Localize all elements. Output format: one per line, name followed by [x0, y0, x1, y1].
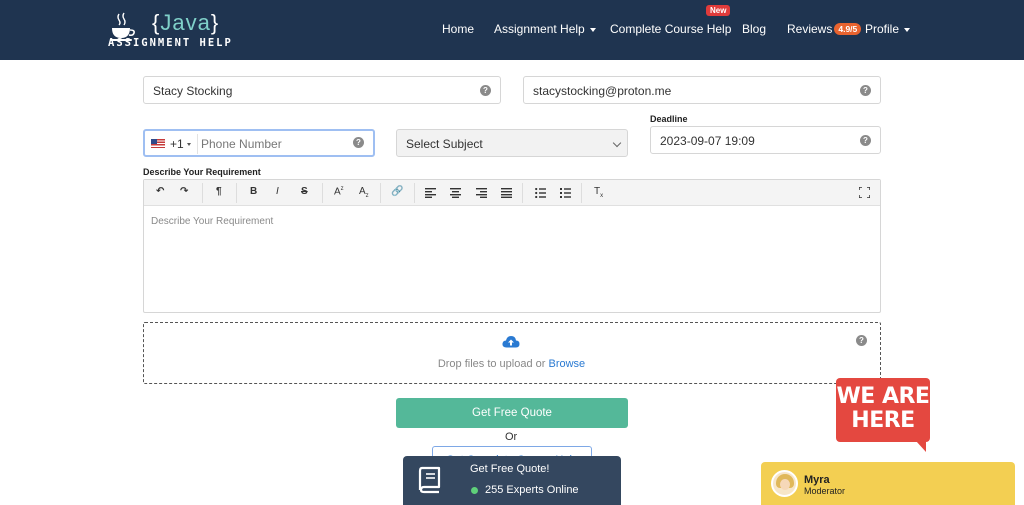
- live-chat-bar[interactable]: Myra Moderator: [761, 462, 1015, 505]
- nav-profile[interactable]: Profile: [865, 22, 911, 36]
- redo-icon[interactable]: ↷: [180, 186, 188, 197]
- numbered-list-icon[interactable]: [560, 188, 571, 198]
- nav-home[interactable]: Home: [442, 22, 474, 36]
- phone-field[interactable]: +1 Phone Number ?: [143, 129, 375, 157]
- name-field[interactable]: Stacy Stocking ?: [143, 76, 501, 104]
- deadline-label: Deadline: [650, 114, 688, 124]
- chat-agent-name: Myra: [804, 474, 830, 486]
- chevron-down-icon: [612, 138, 622, 148]
- site-logo[interactable]: {Java} ASSIGNMENT HELP: [108, 8, 238, 52]
- requirement-editor[interactable]: ↶ ↷ ¶ B I S Az Az 🔗 Tx Describe Your Req…: [143, 179, 881, 313]
- or-separator: Or: [505, 431, 518, 443]
- dropzone-text: Drop files to upload or Browse: [437, 358, 586, 370]
- toolbar-divider: [522, 183, 523, 203]
- chevron-down-icon: [589, 27, 596, 32]
- paragraph-icon[interactable]: ¶: [216, 186, 222, 197]
- chat-agent-role: Moderator: [804, 486, 846, 496]
- bold-icon[interactable]: B: [250, 186, 257, 197]
- clear-format-icon[interactable]: Tx: [594, 186, 603, 199]
- link-icon[interactable]: 🔗: [391, 186, 403, 197]
- we-are-here-text: WE ARE HERE: [836, 384, 930, 433]
- toolbar-divider: [581, 183, 582, 203]
- deadline-value: 2023-09-07 19:09: [660, 134, 755, 148]
- email-value: stacystocking@proton.me: [533, 84, 672, 98]
- nav-complete-course-help[interactable]: Complete Course Help: [610, 22, 731, 36]
- chevron-down-icon: [904, 27, 911, 32]
- bulleted-list-icon[interactable]: [535, 188, 546, 198]
- cloud-upload-icon: [502, 336, 520, 348]
- align-right-icon[interactable]: [476, 188, 487, 198]
- rating-badge: 4.9/5: [834, 23, 862, 35]
- toolbar-divider: [202, 183, 203, 203]
- us-flag-icon[interactable]: [151, 139, 165, 148]
- quote-widget-title: Get Free Quote!: [470, 463, 550, 475]
- new-badge: New: [706, 5, 731, 16]
- quote-widget[interactable]: Get Free Quote! 255 Experts Online: [403, 456, 621, 505]
- file-dropzone[interactable]: Drop files to upload or Browse ?: [143, 322, 881, 384]
- name-value: Stacy Stocking: [153, 84, 233, 98]
- editor-toolbar: ↶ ↷ ¶ B I S Az Az 🔗 Tx: [144, 180, 880, 206]
- book-icon: [418, 466, 441, 494]
- nav-assignment-help[interactable]: Assignment Help: [494, 22, 596, 36]
- subject-selected: Select Subject: [406, 137, 483, 151]
- subscript-icon[interactable]: Az: [359, 186, 369, 199]
- chevron-down-icon[interactable]: [187, 143, 191, 146]
- toolbar-divider: [236, 183, 237, 203]
- subject-select[interactable]: Select Subject: [396, 129, 628, 157]
- strikethrough-icon[interactable]: S: [301, 186, 308, 197]
- email-field[interactable]: stacystocking@proton.me ?: [523, 76, 881, 104]
- help-icon[interactable]: ?: [353, 137, 364, 148]
- logo-subtitle: ASSIGNMENT HELP: [108, 37, 233, 49]
- online-status-dot: [471, 487, 478, 494]
- align-center-icon[interactable]: [450, 188, 461, 198]
- deadline-field[interactable]: 2023-09-07 19:09 ?: [650, 126, 881, 154]
- divider: [197, 134, 198, 154]
- nav-reviews[interactable]: Reviews 4.9/5: [787, 22, 862, 36]
- top-navbar: {Java} ASSIGNMENT HELP Home Assignment H…: [0, 0, 1024, 60]
- dial-code[interactable]: +1: [170, 137, 184, 151]
- align-left-icon[interactable]: [425, 188, 436, 198]
- editor-placeholder: Describe Your Requirement: [151, 216, 274, 227]
- phone-placeholder: Phone Number: [201, 137, 282, 151]
- logo-wordmark: {Java}: [152, 10, 220, 35]
- experts-online-count: 255 Experts Online: [485, 484, 579, 496]
- fullscreen-icon[interactable]: [859, 187, 870, 198]
- align-justify-icon[interactable]: [501, 188, 512, 198]
- browse-link[interactable]: Browse: [549, 358, 586, 370]
- help-icon[interactable]: ?: [856, 335, 867, 346]
- superscript-icon[interactable]: Az: [334, 186, 344, 197]
- toolbar-divider: [380, 183, 381, 203]
- help-icon[interactable]: ?: [860, 135, 871, 146]
- help-icon[interactable]: ?: [860, 85, 871, 96]
- help-icon[interactable]: ?: [480, 85, 491, 96]
- we-are-here-badge[interactable]: WE ARE HERE: [836, 378, 930, 452]
- requirement-label: Describe Your Requirement: [143, 167, 261, 177]
- nav-blog[interactable]: Blog: [742, 22, 766, 36]
- toolbar-divider: [322, 183, 323, 203]
- italic-icon[interactable]: I: [276, 186, 279, 197]
- undo-icon[interactable]: ↶: [156, 186, 164, 197]
- toolbar-divider: [414, 183, 415, 203]
- avatar: [771, 470, 798, 497]
- get-free-quote-button[interactable]: Get Free Quote: [396, 398, 628, 428]
